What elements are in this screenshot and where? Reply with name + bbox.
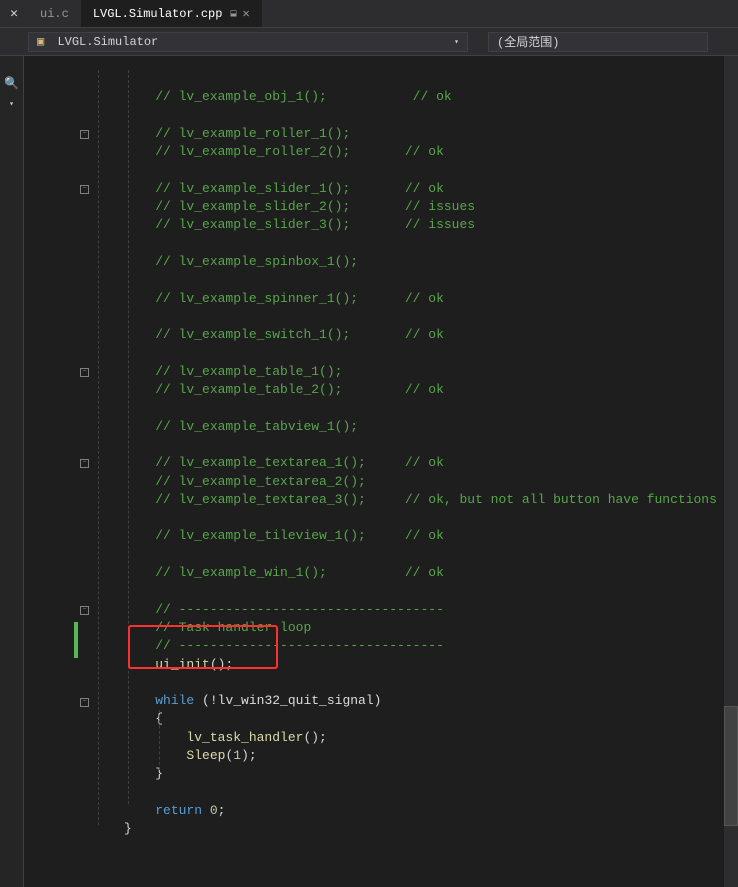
close-tab-icon[interactable]: ✕ — [242, 6, 249, 21]
tab-label: ui.c — [40, 7, 69, 21]
change-indicator — [74, 622, 78, 658]
fold-marker[interactable]: − — [80, 185, 89, 194]
fold-marker[interactable]: − — [80, 130, 89, 139]
indent-guide — [98, 70, 99, 825]
tab-label: LVGL.Simulator.cpp — [93, 7, 223, 21]
fold-marker[interactable]: − — [80, 459, 89, 468]
fold-marker[interactable]: − — [80, 698, 89, 707]
tab-bar: ✕ ui.c LVGL.Simulator.cpp ⬓ ✕ — [0, 0, 738, 28]
project-icon: ▣ — [37, 35, 44, 49]
breadcrumb-scope[interactable]: (全局范围) — [488, 32, 708, 52]
close-icon[interactable]: ✕ — [0, 0, 28, 27]
fold-marker[interactable]: − — [80, 368, 89, 377]
dropdown-icon[interactable]: ▾ — [9, 99, 14, 109]
editor-container: 🔍 ▾ − − − − − − // lv_example_obj_1(); /… — [0, 56, 738, 887]
breadcrumb-scope-label: (全局范围) — [497, 33, 559, 50]
code-content[interactable]: // lv_example_obj_1(); // ok // lv_examp… — [24, 56, 738, 838]
breadcrumb-bar: ▣ LVGL.Simulator ▾ (全局范围) — [0, 28, 738, 56]
breadcrumb-label: LVGL.Simulator — [57, 35, 158, 49]
pin-icon[interactable]: ⬓ — [230, 8, 236, 20]
tab-ui-c[interactable]: ui.c — [28, 0, 81, 27]
breadcrumb-project[interactable]: ▣ LVGL.Simulator ▾ — [28, 32, 468, 52]
scrollbar-thumb[interactable] — [724, 706, 738, 826]
fold-marker[interactable]: − — [80, 606, 89, 615]
search-icon[interactable]: 🔍 — [4, 76, 19, 91]
left-sidebar: 🔍 ▾ — [0, 56, 24, 887]
editor-area[interactable]: − − − − − − // lv_example_obj_1(); // ok… — [24, 56, 738, 887]
chevron-down-icon: ▾ — [454, 37, 459, 47]
indent-guide — [128, 70, 129, 804]
vertical-scrollbar[interactable] — [724, 56, 738, 887]
tab-lvgl-simulator[interactable]: LVGL.Simulator.cpp ⬓ ✕ — [81, 0, 262, 27]
indent-guide — [159, 710, 160, 770]
